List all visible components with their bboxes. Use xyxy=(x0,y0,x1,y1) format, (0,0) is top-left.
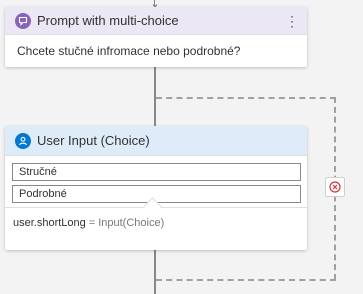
connector-bottom xyxy=(154,250,156,294)
prompt-multi-choice-card[interactable]: Prompt with multi-choice ⋮ Chcete stučné… xyxy=(5,7,307,67)
connector-top xyxy=(154,0,155,7)
more-options-button[interactable]: ⋮ xyxy=(285,14,299,28)
user-input-choice-card[interactable]: User Input (Choice) Stručné Podrobné use… xyxy=(5,126,307,250)
error-badge[interactable] xyxy=(325,177,345,197)
choice-option-strucne[interactable]: Stručné xyxy=(12,163,301,181)
prompt-card-header[interactable]: Prompt with multi-choice ⋮ xyxy=(5,7,307,35)
assignment-value: Input(Choice) xyxy=(98,217,165,229)
loop-line-top xyxy=(156,97,336,99)
loop-line-bottom xyxy=(156,279,336,281)
prompt-card-title: Prompt with multi-choice xyxy=(37,13,179,28)
choice-option-podrobne[interactable]: Podrobné xyxy=(12,185,301,203)
section-divider xyxy=(5,197,307,216)
choice-list: Stručné Podrobné xyxy=(5,156,307,203)
error-circle-icon xyxy=(329,181,341,193)
property-assignment: user.shortLong = Input(Choice) xyxy=(5,208,307,238)
assignment-operator: = xyxy=(88,217,96,229)
input-card-header[interactable]: User Input (Choice) xyxy=(5,126,307,156)
prompt-question-text: Chcete stučné infromace nebo podrobné? xyxy=(17,44,241,58)
chat-bubble-icon xyxy=(15,12,31,29)
input-card-title: User Input (Choice) xyxy=(37,133,150,148)
assignment-property: user.shortLong xyxy=(13,217,86,229)
user-icon xyxy=(15,132,31,149)
